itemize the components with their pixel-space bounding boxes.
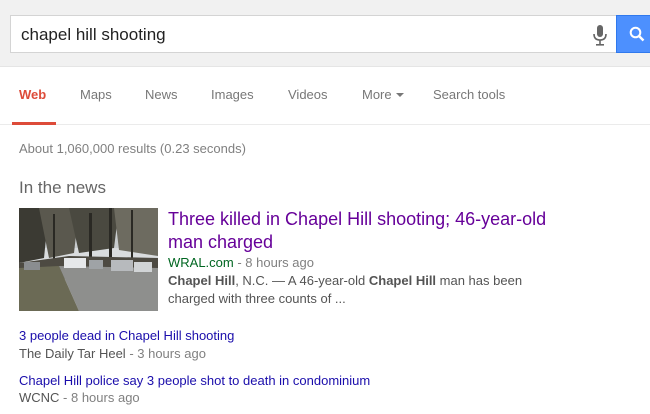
snippet-part: Chapel Hill — [368, 273, 437, 288]
related-story-time: - 8 hours ago — [59, 390, 140, 405]
top-story-time: - 8 hours ago — [233, 255, 314, 270]
magnifier-icon — [629, 26, 645, 42]
tab-images[interactable]: Images — [211, 87, 254, 102]
snippet-part: , N.C. — A 46-year-old — [235, 273, 369, 288]
search-tabs: Web Maps News Images Videos More Search … — [0, 66, 650, 125]
result-stats: About 1,060,000 results (0.23 seconds) — [19, 141, 246, 156]
news-photo — [19, 208, 158, 311]
search-button[interactable] — [616, 15, 650, 53]
news-thumbnail[interactable] — [19, 208, 158, 311]
search-query-text: chapel hill shooting — [21, 25, 166, 44]
tab-web[interactable]: Web — [19, 87, 46, 102]
active-tab-indicator — [12, 122, 56, 125]
tab-more-label: More — [362, 87, 392, 102]
related-story-source: The Daily Tar Heel - 3 hours ago — [19, 346, 206, 361]
tab-more[interactable]: More — [362, 87, 404, 102]
caret-down-icon — [395, 92, 404, 97]
tab-search-tools[interactable]: Search tools — [433, 87, 505, 102]
top-story-source-name: WRAL.com — [168, 255, 234, 270]
related-story-title[interactable]: Chapel Hill police say 3 people shot to … — [19, 373, 370, 388]
in-the-news-heading: In the news — [19, 178, 106, 197]
related-story-time: - 3 hours ago — [125, 346, 206, 361]
related-story-source: WCNC - 8 hours ago — [19, 390, 140, 405]
snippet-part: Chapel Hill — [168, 273, 236, 288]
search-input[interactable]: chapel hill shooting — [10, 15, 616, 53]
top-story-source: WRAL.com - 8 hours ago — [168, 255, 314, 270]
related-story-source-name: The Daily Tar Heel — [19, 346, 126, 361]
top-story-snippet: Chapel Hill, N.C. — A 46-year-old Chapel… — [168, 272, 548, 308]
top-story-headline[interactable]: Three killed in Chapel Hill shooting; 46… — [168, 208, 548, 254]
search-header: chapel hill shooting — [0, 0, 650, 67]
related-story-source-name: WCNC — [19, 390, 60, 405]
tab-maps[interactable]: Maps — [80, 87, 112, 102]
microphone-icon[interactable] — [592, 24, 608, 46]
related-story-title[interactable]: 3 people dead in Chapel Hill shooting — [19, 328, 234, 343]
tab-videos[interactable]: Videos — [288, 87, 328, 102]
tab-news[interactable]: News — [145, 87, 178, 102]
